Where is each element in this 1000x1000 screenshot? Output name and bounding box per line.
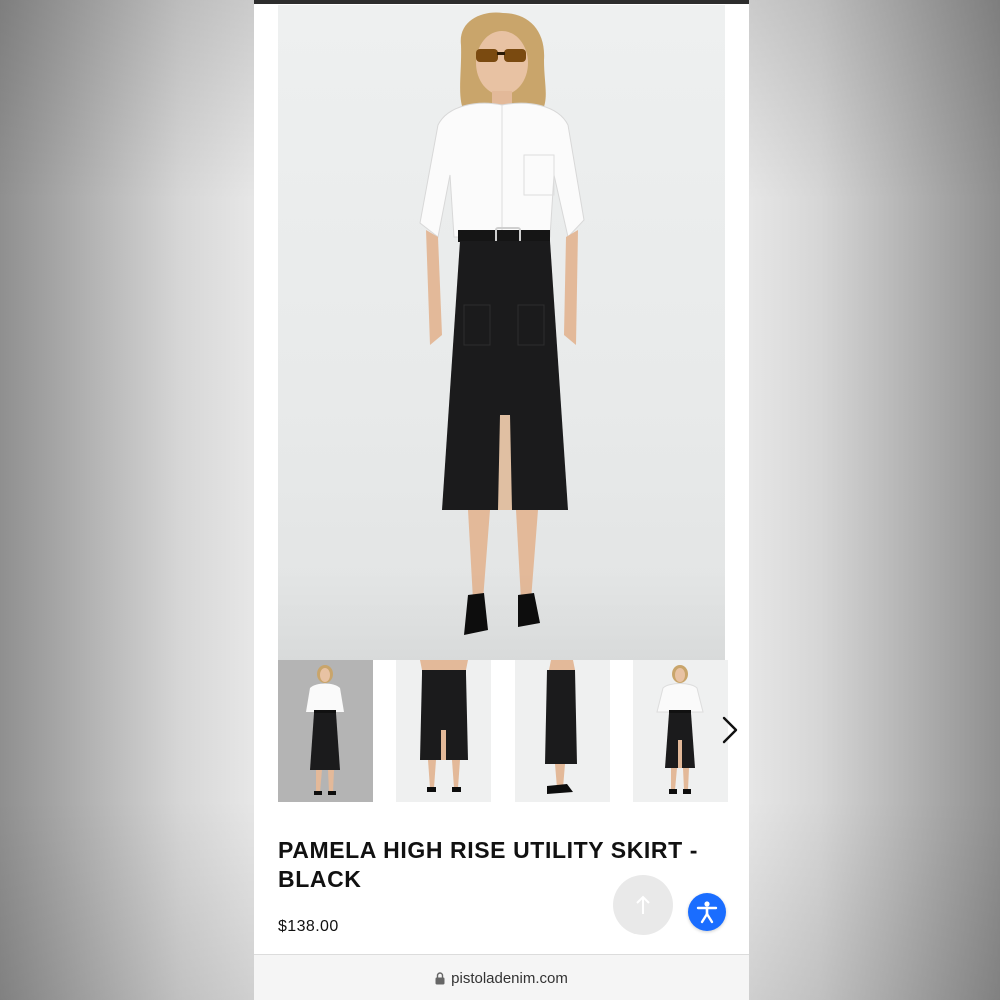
main-product-image[interactable]: [278, 5, 725, 660]
thumbnail-strip: [278, 660, 749, 802]
thumbnail-model-front-full-look[interactable]: [278, 660, 373, 802]
scroll-to-top-button[interactable]: [613, 875, 673, 935]
chevron-right-icon[interactable]: [718, 710, 744, 750]
accessibility-button[interactable]: [688, 893, 726, 931]
status-bar: [254, 0, 749, 4]
mobile-viewport: PAMELA HIGH RISE UTILITY SKIRT - BLACK $…: [254, 0, 749, 1000]
lock-icon: [435, 971, 445, 984]
url-text: pistoladenim.com: [451, 969, 568, 987]
arrow-up-icon: [636, 895, 650, 914]
product-price: $138.00: [278, 918, 339, 935]
thumbnail-skirt-side-view[interactable]: [515, 660, 610, 802]
model-illustration: [419, 12, 585, 635]
accessibility-icon: [696, 901, 718, 924]
thumbnail-skirt-front-closeup[interactable]: [396, 660, 491, 802]
thumbnail-model-front-slit-view[interactable]: [633, 660, 728, 802]
browser-address-bar[interactable]: pistoladenim.com: [254, 954, 749, 1000]
